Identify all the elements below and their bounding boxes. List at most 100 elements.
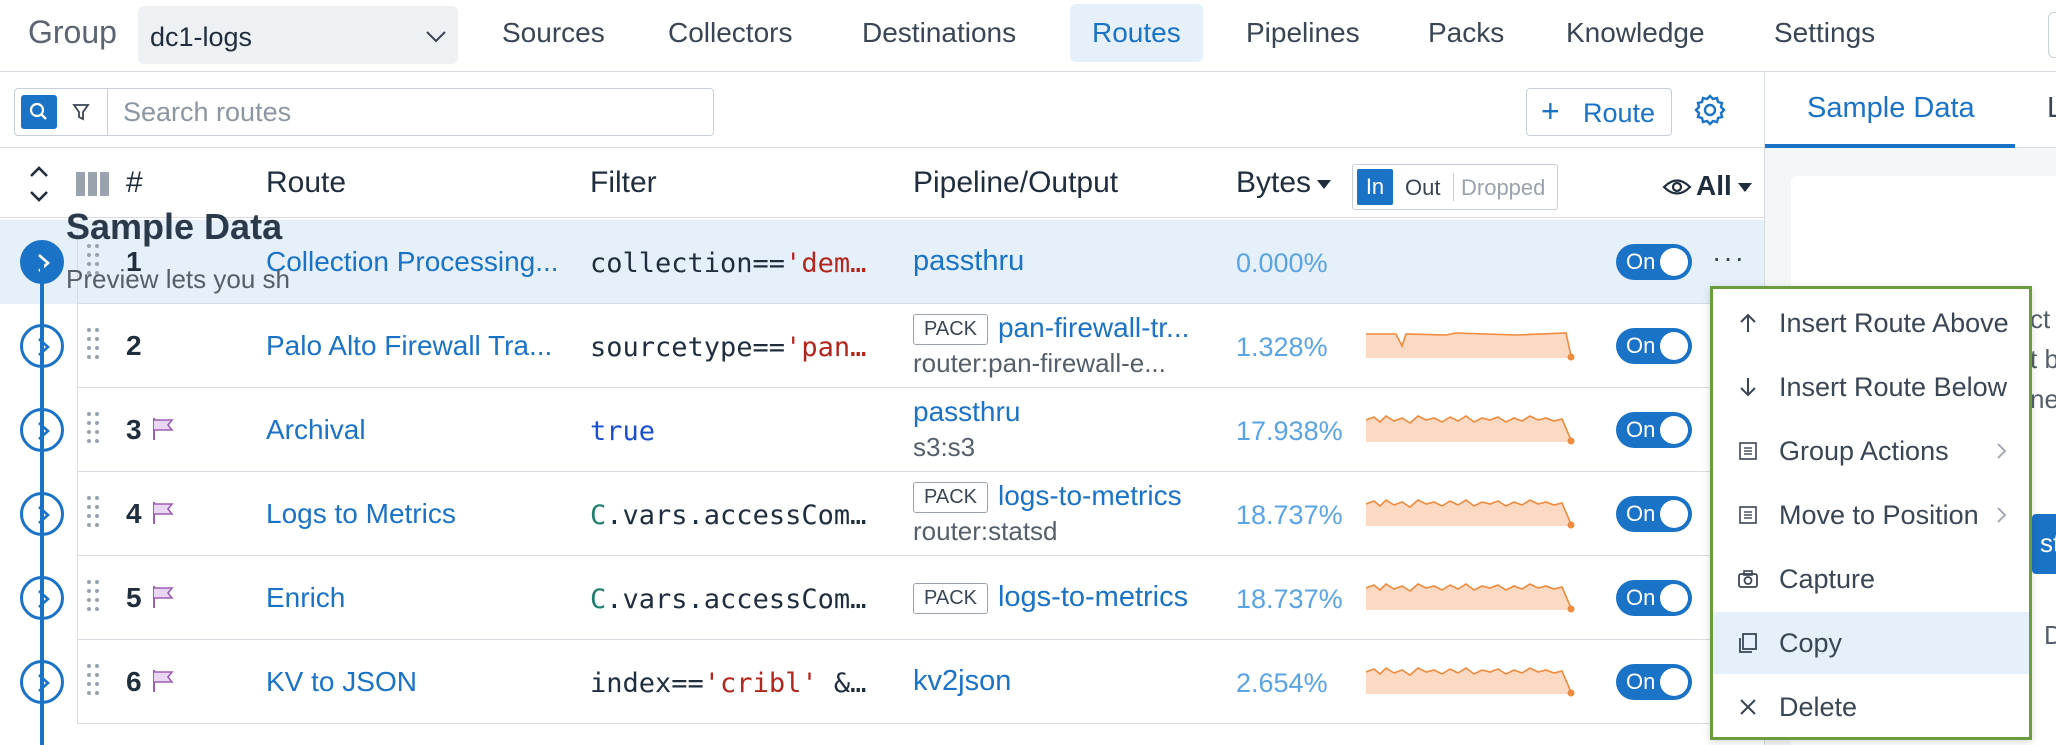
tab-routes[interactable]: Routes — [1070, 4, 1203, 62]
menu-item-delete[interactable]: Delete — [1713, 676, 2029, 738]
menu-item-copy[interactable]: Copy — [1713, 612, 2029, 674]
menu-item-insert-route-above[interactable]: Insert Route Above — [1713, 292, 2029, 354]
output-text: router:pan-firewall-e... — [913, 348, 1166, 378]
final-flag-icon — [153, 670, 174, 692]
list-icon — [1739, 506, 1757, 524]
drag-handle-icon[interactable] — [86, 326, 100, 366]
routes-toolbar: + Route — [0, 72, 1764, 148]
toggle-knob — [1660, 500, 1688, 528]
filter-token: index== — [590, 668, 704, 699]
nav-edge-button[interactable] — [2048, 12, 2056, 58]
copy-icon — [1739, 633, 1757, 653]
route-name-link[interactable]: Palo Alto Firewall Tra... — [266, 330, 552, 362]
gear-icon[interactable] — [1690, 90, 1730, 130]
chevron-down-icon — [426, 31, 446, 43]
row-gutter — [0, 304, 78, 388]
route-enabled-toggle[interactable]: On — [1616, 328, 1692, 364]
tab-destinations[interactable]: Destinations — [840, 4, 1038, 62]
table-row[interactable]: 2 Palo Alto Firewall Tra... sourcetype=='p… — [0, 304, 1764, 388]
route-filter: C.vars.accessCom… — [590, 500, 866, 531]
more-options-icon[interactable]: ··· — [1712, 242, 1746, 274]
route-enabled-toggle[interactable]: On — [1616, 580, 1692, 616]
toggle-knob — [1660, 416, 1688, 444]
columns-icon[interactable] — [76, 172, 110, 196]
bytes-percent: 1.328% — [1236, 332, 1328, 362]
toggle-label: On — [1626, 417, 1656, 442]
bytes-direction-toggle: In Out Dropped — [1352, 164, 1558, 210]
search-mode-button[interactable] — [21, 95, 57, 129]
sample-data-action-button[interactable]: ste — [2032, 514, 2056, 574]
drag-handle-icon[interactable] — [86, 494, 100, 534]
pipeline-link[interactable]: logs-to-metrics — [998, 480, 1182, 511]
active-tab-underline — [1765, 144, 2015, 148]
header-bytes-label: Bytes — [1236, 166, 1312, 199]
tab-pipelines[interactable]: Pipelines — [1224, 4, 1382, 62]
sort-caret-icon — [1317, 179, 1332, 189]
menu-item-label: Delete — [1779, 692, 1858, 722]
tab-sources[interactable]: Sources — [480, 4, 627, 62]
route-enabled-toggle[interactable]: On — [1616, 664, 1692, 700]
tab-next[interactable]: L — [2047, 92, 2056, 125]
menu-item-label: Group Actions — [1779, 436, 1949, 466]
tab-sample-data[interactable]: Sample Data — [1807, 92, 1975, 125]
toggle-knob — [1660, 668, 1688, 696]
table-row[interactable]: 4 Logs to Metrics C.vars.accessCom… PACK log… — [0, 472, 1764, 556]
table-row[interactable]: 3 Archival true passthru s3:s3 17.938% On — [0, 388, 1764, 472]
tab-knowledge[interactable]: Knowledge — [1544, 4, 1727, 62]
route-enabled-toggle[interactable]: On — [1616, 244, 1692, 280]
drag-handle-icon[interactable] — [86, 662, 100, 702]
drag-handle-icon[interactable] — [86, 578, 100, 618]
filter-token: true — [590, 416, 656, 447]
filter-mode-button[interactable] — [63, 95, 99, 129]
pipeline-link[interactable]: passthru — [913, 396, 1020, 427]
route-name-link[interactable]: Enrich — [266, 582, 345, 614]
tab-packs[interactable]: Packs — [1406, 4, 1526, 62]
list-icon — [1739, 442, 1757, 460]
row-gutter — [0, 388, 78, 472]
plus-icon: + — [1541, 93, 1560, 129]
sample-data-action-label: ste — [2040, 528, 2056, 558]
filter-token: 'dem… — [785, 248, 867, 279]
pipeline-link[interactable]: kv2json — [913, 665, 1011, 697]
route-name-link[interactable]: Logs to Metrics — [266, 498, 456, 530]
menu-item-capture[interactable]: Capture — [1713, 548, 2029, 610]
route-name-link[interactable]: Collection Processing... — [266, 246, 559, 278]
group-select[interactable]: dc1-logs — [138, 6, 458, 64]
pipeline-link[interactable]: passthru — [913, 245, 1024, 277]
seg-out-button[interactable]: Out — [1405, 175, 1440, 201]
toggle-label: On — [1626, 249, 1656, 274]
table-row[interactable]: 5 Enrich C.vars.accessCom… PACK logs-to-metr… — [0, 556, 1764, 640]
pipeline-link[interactable]: pan-firewall-tr... — [998, 312, 1189, 343]
output-text: router:statsd — [913, 516, 1058, 546]
sample-data-letter: D — [2044, 620, 2056, 650]
filter-token: 'pan… — [785, 332, 867, 363]
seg-in-button[interactable]: In — [1357, 169, 1393, 205]
route-filter: true — [590, 416, 655, 447]
menu-item-insert-route-below[interactable]: Insert Route Below — [1713, 356, 2029, 418]
route-enabled-toggle[interactable]: On — [1616, 412, 1692, 448]
menu-item-group-actions[interactable]: Group Actions — [1713, 420, 2029, 482]
route-name-link[interactable]: KV to JSON — [266, 666, 417, 698]
header-route: Route — [266, 166, 347, 199]
bytes-percent: 18.737% — [1236, 500, 1343, 530]
expand-collapse-icon[interactable] — [26, 164, 52, 204]
drag-handle-icon[interactable] — [86, 410, 100, 450]
menu-item-label: Copy — [1779, 628, 1843, 658]
route-enabled-toggle[interactable]: On — [1616, 496, 1692, 532]
search-input[interactable] — [111, 91, 709, 133]
eye-icon — [1662, 179, 1692, 195]
menu-item-move-to-position[interactable]: Move to Position — [1713, 484, 2029, 546]
route-name-link[interactable]: Archival — [266, 414, 366, 446]
toggle-label: On — [1626, 585, 1656, 610]
tab-collectors[interactable]: Collectors — [646, 4, 814, 62]
header-bytes[interactable]: Bytes — [1236, 166, 1332, 200]
tab-settings[interactable]: Settings — [1752, 4, 1897, 62]
route-rail-line — [40, 262, 44, 745]
arrow-down-icon — [1740, 378, 1756, 397]
top-navigation: Group dc1-logs Sources Collectors Destinat… — [0, 0, 2056, 72]
seg-dropped-button[interactable]: Dropped — [1461, 175, 1545, 201]
pipeline-link[interactable]: logs-to-metrics — [998, 581, 1188, 613]
table-row[interactable]: 6 KV to JSON index=='cribl' &… kv2json 2.654… — [0, 640, 1764, 724]
add-route-button[interactable]: + Route — [1526, 88, 1672, 136]
filter-token: &… — [817, 668, 867, 699]
